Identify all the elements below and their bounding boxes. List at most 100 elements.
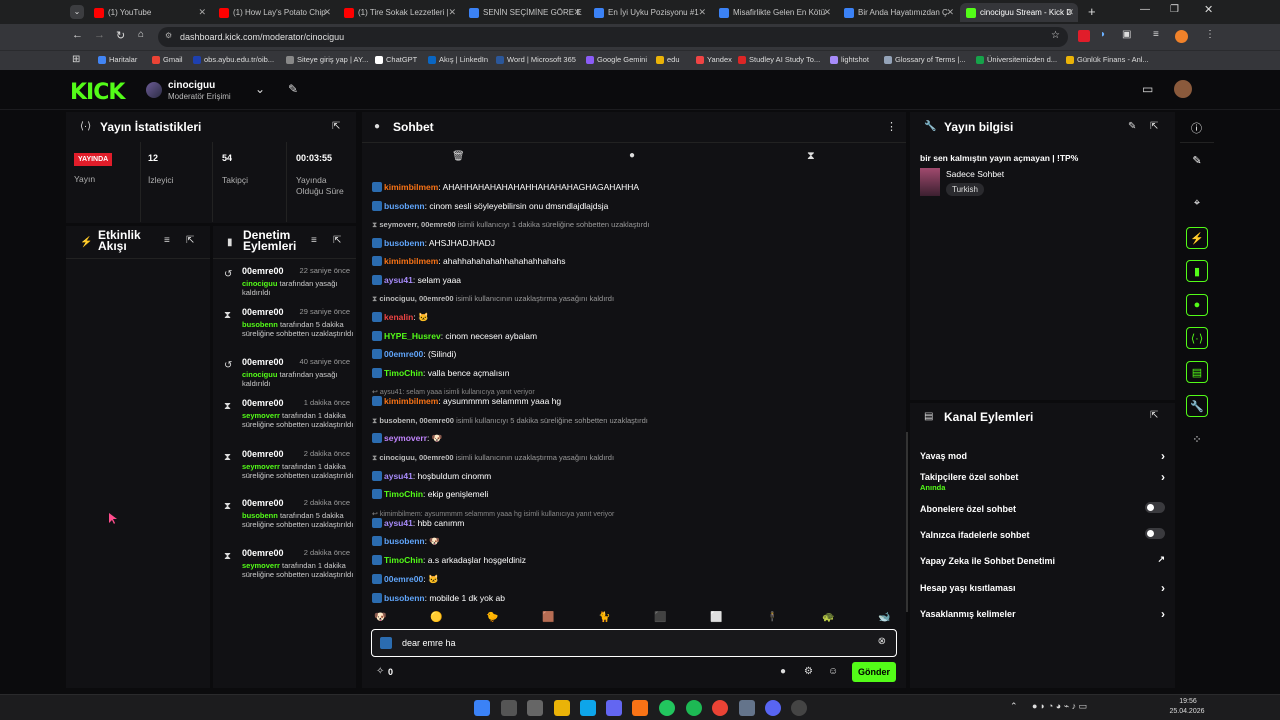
emote-icon[interactable]: 🐋: [878, 612, 890, 623]
chat-username[interactable]: TimoChin: [384, 555, 423, 565]
bolt-icon[interactable]: ⚡: [1186, 227, 1208, 249]
channel-switch-chevron-icon[interactable]: ⌄: [255, 82, 265, 96]
profile-avatar[interactable]: [1175, 30, 1188, 43]
popout-icon[interactable]: ⇱: [1150, 410, 1158, 421]
back-icon[interactable]: ←: [72, 29, 83, 41]
channel-action-item[interactable]: Yapay Zeka ile Sohbet Denetimi ↗: [920, 554, 1165, 566]
chat-message[interactable]: 00emre00: (Silindi): [372, 349, 456, 359]
tab-close-icon[interactable]: ✕: [573, 7, 581, 18]
chat-message[interactable]: kimimbilmem: aysummmm selammm yaaa hg: [372, 396, 561, 406]
bookmark-item[interactable]: Gmail: [152, 55, 183, 64]
chat-menu-icon[interactable]: ⋮: [886, 120, 897, 133]
chrome-icon[interactable]: [712, 700, 728, 716]
tab-search-icon[interactable]: ⌄: [70, 5, 84, 19]
new-tab-icon[interactable]: +: [1088, 4, 1096, 19]
info-icon[interactable]: ⓘ: [1191, 120, 1202, 136]
mail-icon[interactable]: [606, 700, 622, 716]
emote-icon[interactable]: 🐈: [598, 612, 610, 623]
chat-message[interactable]: 00emre00: 🐱: [372, 573, 439, 585]
chat-username[interactable]: busobenn: [384, 536, 425, 546]
browser-tab[interactable]: cinociguu Stream - Kick D ✕: [960, 3, 1078, 22]
tab-close-icon[interactable]: ✕: [323, 7, 331, 18]
chevron-right-icon[interactable]: ›: [1161, 449, 1165, 463]
chat-message[interactable]: TimoChin: a.s arkadaşlar hoşgeldiniz: [372, 555, 526, 565]
toggle-switch[interactable]: [1145, 502, 1165, 513]
tab-close-icon[interactable]: ✕: [823, 7, 831, 18]
browser-tab[interactable]: (1) YouTube ✕: [88, 3, 210, 22]
chat-username[interactable]: aysu41: [384, 275, 413, 285]
chat-scrollbar[interactable]: [906, 432, 908, 612]
tools-icon[interactable]: ✎: [288, 82, 298, 96]
emote-icon[interactable]: 🟡: [430, 612, 442, 623]
send-button[interactable]: Gönder: [852, 662, 896, 682]
chat-username[interactable]: aysu41: [384, 471, 413, 481]
chevron-right-icon[interactable]: ›: [1161, 607, 1165, 621]
moderator-name[interactable]: seymoverr: [242, 462, 280, 471]
extension-icon[interactable]: [1078, 30, 1090, 42]
close-window-icon[interactable]: ✕: [1204, 3, 1213, 16]
browser-tab[interactable]: En İyi Uyku Pozisyonu #1 ✕: [588, 3, 710, 22]
kick-logo[interactable]: KICK: [70, 80, 125, 105]
clock-date[interactable]: 25.04.2026: [1165, 708, 1209, 715]
emote-icon[interactable]: ⬜: [710, 612, 722, 623]
stack-icon[interactable]: ▤: [1186, 361, 1208, 383]
chat-message[interactable]: seymoverr: 🐶: [372, 433, 442, 444]
bookmark-item[interactable]: Studley AI Study To...: [738, 55, 820, 64]
filter-icon[interactable]: ≡: [311, 235, 317, 246]
browser-tab[interactable]: SENİN SEÇİMİNE GÖRE E ✕: [463, 3, 585, 22]
chat-username[interactable]: TimoChin: [384, 489, 423, 499]
bookmark-item[interactable]: Haritalar: [98, 55, 137, 64]
menu-icon[interactable]: ⋮: [1205, 29, 1215, 40]
emote-icon[interactable]: 🐤: [486, 612, 498, 623]
broadcast-icon[interactable]: ⟨·⟩: [1186, 327, 1208, 349]
emote-icon[interactable]: ⬛: [654, 612, 666, 623]
discord-icon[interactable]: [765, 700, 781, 716]
url-input[interactable]: ⚙ dashboard.kick.com/moderator/cinociguu…: [158, 27, 1068, 47]
bookmark-item[interactable]: obs.aybu.edu.tr/oib...: [193, 55, 274, 64]
chat-username[interactable]: kimimbilmem: [384, 256, 438, 266]
bookmark-item[interactable]: Glossary of Terms |...: [884, 55, 966, 64]
chat-username[interactable]: HYPE_Husrev: [384, 331, 441, 341]
minimize-icon[interactable]: —: [1140, 4, 1150, 15]
document-icon[interactable]: ▮: [1186, 260, 1208, 282]
browser-tab[interactable]: (1) Tire Sokak Lezzetleri | ✕: [338, 3, 460, 22]
clear-input-icon[interactable]: ⊗: [878, 636, 886, 647]
popout-icon[interactable]: ⇱: [186, 235, 194, 246]
add-widget-icon[interactable]: ⁘: [1186, 428, 1208, 450]
moderator-name[interactable]: busobenn: [242, 320, 278, 329]
crosshair-icon[interactable]: ⌖: [1186, 192, 1208, 214]
chat-username[interactable]: TimoChin: [384, 368, 423, 378]
chat-message[interactable]: TimoChin: ekip genişlemeli: [372, 489, 488, 499]
moderator-name[interactable]: seymoverr: [242, 411, 280, 420]
chat-message[interactable]: busobenn: cinom sesli söyleyebilirsin on…: [372, 200, 608, 211]
emote-picker-icon[interactable]: ☺: [828, 666, 838, 677]
hourglass-icon[interactable]: ⧗: [807, 150, 815, 163]
chat-message[interactable]: kimimbilmem: AHAHHAHAHAHAHAHHAHAHAHAGHAG…: [372, 182, 639, 192]
tray-chevron-icon[interactable]: ⌃: [1010, 701, 1018, 712]
browser-tab[interactable]: Bir Anda Hayatımızdan Ç ✕: [838, 3, 958, 22]
message-icon[interactable]: ●: [629, 150, 635, 161]
file-explorer-icon[interactable]: [554, 700, 570, 716]
spotify-icon[interactable]: [686, 700, 702, 716]
site-info-icon[interactable]: ⚙: [165, 31, 172, 40]
channel-action-item[interactable]: Yavaş mod ›: [920, 449, 1165, 463]
emote-icon[interactable]: 🐶: [374, 612, 386, 623]
bookmark-item[interactable]: Word | Microsoft 365: [496, 55, 576, 64]
bookmark-item[interactable]: lightshot: [830, 55, 869, 64]
chat-username[interactable]: kimimbilmem: [384, 182, 438, 192]
reply-reference[interactable]: ↩ kimimbilmem: aysummmm selammm yaaa hg …: [372, 510, 614, 518]
chat-message[interactable]: aysu41: hoşbuldum cinomm: [372, 470, 491, 481]
reload-icon[interactable]: ↻: [116, 29, 125, 42]
media-icon[interactable]: ≡: [1153, 29, 1159, 40]
moderator-name[interactable]: cinociguu: [242, 370, 277, 379]
apps-grid-icon[interactable]: ⊞: [72, 54, 80, 65]
reply-reference[interactable]: ↩ aysu41: selam yaaa isimli kullanıcıya …: [372, 388, 535, 396]
tray-icons[interactable]: ● ◗ ◔ ◕ ⌁ ♪ ▭: [1032, 701, 1087, 712]
chat-message[interactable]: busobenn: AHSJHADJHADJ: [372, 237, 495, 248]
chat-username[interactable]: aysu41: [384, 518, 413, 528]
chat-message[interactable]: aysu41: hbb canımm: [372, 517, 464, 528]
chat-username[interactable]: kenalin: [384, 312, 413, 322]
chat-input[interactable]: dear emre ha ⊗: [371, 629, 897, 657]
bookmark-item[interactable]: Yandex: [696, 55, 732, 64]
tab-close-icon[interactable]: ✕: [448, 7, 456, 18]
